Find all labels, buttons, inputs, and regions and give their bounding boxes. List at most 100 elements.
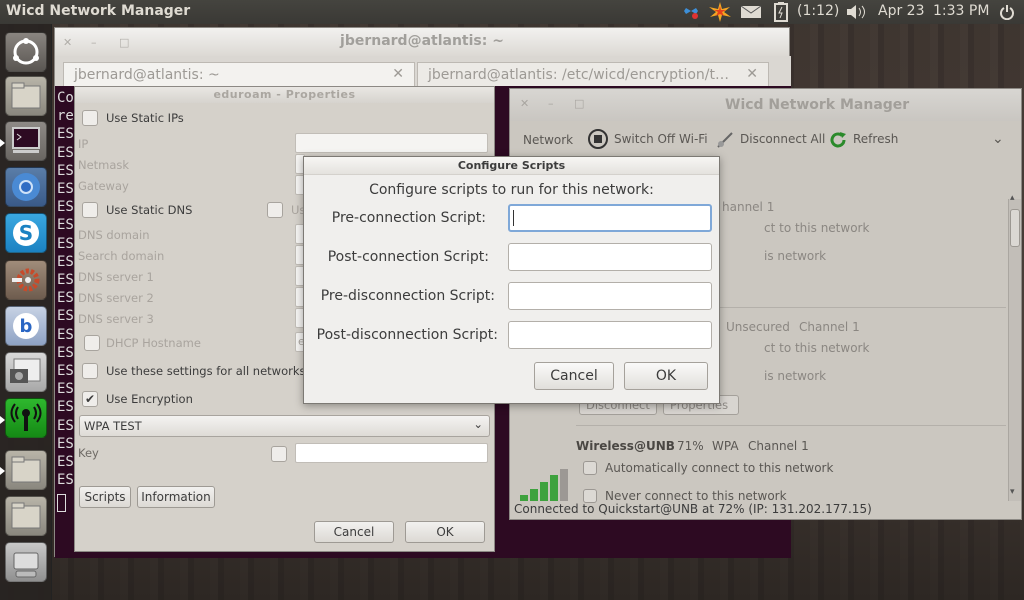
switch-off-wifi-icon[interactable] (588, 129, 608, 149)
close-icon[interactable]: ✕ (392, 66, 404, 82)
pre-disconnection-input[interactable] (508, 282, 712, 310)
wicd-titlebar[interactable]: ✕ – □ Wicd Network Manager (510, 89, 1021, 121)
mail-icon[interactable] (740, 4, 762, 20)
key-field[interactable] (295, 443, 488, 463)
network-3-never-connect-checkbox[interactable] (583, 489, 597, 503)
folder-icon[interactable] (5, 76, 47, 116)
wicd-scrollbar[interactable]: ▴ ▾ (1008, 193, 1021, 501)
folder-icon[interactable] (5, 450, 47, 490)
alert-icon[interactable] (709, 2, 731, 22)
terminal-line: ES (57, 344, 74, 361)
show-key-checkbox[interactable] (271, 446, 287, 462)
netmask-label: Netmask (78, 158, 130, 172)
terminal-line: ES (57, 454, 74, 470)
use-encryption-checkbox[interactable]: ✔ (82, 391, 98, 407)
minimize-icon[interactable]: – (548, 97, 554, 110)
ip-field[interactable] (295, 133, 488, 153)
maximize-icon[interactable]: □ (574, 97, 584, 110)
network-menu[interactable]: Network (523, 133, 573, 147)
use-static-ips-checkbox[interactable] (82, 110, 98, 126)
post-disconnection-input[interactable] (508, 321, 712, 349)
use-static-dns-checkbox[interactable] (82, 202, 98, 218)
properties-cancel-button[interactable]: Cancel (314, 521, 394, 543)
pre-disconnection-label: Pre-disconnection Script: (320, 288, 495, 304)
network-3-channel: Channel 1 (748, 439, 809, 453)
chevron-down-icon[interactable]: ⌄ (992, 131, 1004, 147)
disconnect-all-button[interactable]: Disconnect All (740, 132, 825, 146)
encryption-type-select[interactable]: WPA TEST ⌄ (79, 415, 490, 437)
terminal-line: ES (57, 162, 74, 179)
network-3-never-connect-label: Never connect to this network (605, 489, 787, 503)
dns-server-2-label: DNS server 2 (78, 291, 154, 305)
use-for-all-networks-checkbox[interactable] (82, 363, 98, 379)
terminal-line: ES (57, 290, 74, 307)
pre-connection-label: Pre-connection Script: (331, 210, 486, 226)
configure-ok-button[interactable]: OK (624, 362, 708, 390)
information-button[interactable]: Information (137, 486, 215, 508)
key-label: Key (78, 446, 99, 460)
unity-launcher: S b (0, 24, 52, 600)
post-connection-label: Post-connection Script: (327, 249, 489, 265)
terminal-line: ES (57, 217, 74, 234)
configure-cancel-button[interactable]: Cancel (534, 362, 614, 390)
network-2-never-connect-label: is network (764, 369, 827, 383)
wicd-title: Wicd Network Manager (725, 97, 910, 113)
configure-scripts-dialog: Configure Scripts Configure scripts to r… (303, 156, 720, 404)
terminal-icon[interactable] (5, 121, 47, 161)
skype-icon[interactable]: S (5, 213, 47, 253)
folder-icon[interactable] (5, 496, 47, 536)
switch-off-wifi-button[interactable]: Switch Off Wi-Fi (614, 132, 708, 146)
configure-scripts-heading: Configure scripts to run for this networ… (369, 182, 654, 198)
scroll-up-icon[interactable]: ▴ (1010, 193, 1015, 203)
gateway-label: Gateway (78, 179, 129, 193)
terminal-line: ES (57, 126, 74, 143)
svg-text:b: b (20, 316, 33, 337)
svg-text:S: S (19, 221, 33, 245)
panel-date[interactable]: Apr 23 (878, 3, 924, 19)
network-3-signal: 71% (677, 439, 704, 453)
signal-strength-icon (520, 469, 568, 501)
close-icon[interactable]: ✕ (520, 97, 529, 110)
network-2-channel: Channel 1 (799, 320, 860, 334)
close-icon[interactable]: ✕ (746, 66, 758, 82)
drive-icon[interactable] (5, 542, 47, 582)
terminal-tab-1[interactable]: jbernard@atlantis: ~ ✕ (63, 62, 415, 86)
network-2-auto-connect-label: ct to this network (764, 341, 870, 355)
properties-ok-button[interactable]: OK (405, 521, 485, 543)
scrollbar-thumb[interactable] (1010, 209, 1020, 247)
terminal-line: Co (57, 90, 74, 106)
network-3-auto-connect-label: Automatically connect to this network (605, 461, 834, 475)
battery-icon[interactable] (774, 2, 788, 22)
use-global-dns-checkbox[interactable] (267, 202, 283, 218)
settings-icon[interactable] (5, 260, 47, 300)
wicd-icon[interactable] (5, 398, 47, 438)
chromium-icon[interactable] (5, 167, 47, 207)
terminal-titlebar[interactable]: ✕ – □ jbernard@atlantis: ~ (55, 28, 789, 56)
refresh-button[interactable]: Refresh (853, 132, 898, 146)
volume-icon[interactable] (846, 4, 868, 20)
terminal-tab-2[interactable]: jbernard@atlantis: /etc/wicd/encryption/… (417, 62, 769, 86)
ubuntu-logo-icon[interactable] (5, 32, 47, 72)
scripts-button[interactable]: Scripts (79, 486, 131, 508)
dropbox-icon[interactable] (683, 4, 699, 20)
refresh-icon[interactable] (828, 130, 848, 150)
disconnect-icon[interactable] (716, 131, 736, 149)
post-connection-input[interactable] (508, 243, 712, 271)
use-for-all-networks-label: Use these settings for all networks (106, 364, 306, 378)
dhcp-hostname-checkbox[interactable] (84, 335, 100, 351)
power-icon[interactable] (999, 4, 1015, 20)
use-static-dns-label: Use Static DNS (106, 203, 193, 217)
pre-connection-input[interactable] (508, 204, 712, 232)
screenshot-icon[interactable] (5, 352, 47, 392)
terminal-cursor (57, 494, 66, 512)
scroll-down-icon[interactable]: ▾ (1010, 487, 1015, 497)
network-1-channel: hannel 1 (722, 200, 775, 214)
network-2-security: Unsecured (726, 320, 790, 334)
text-cursor (513, 210, 514, 226)
network-3-auto-connect-checkbox[interactable] (583, 461, 597, 475)
properties-title[interactable]: eduroam - Properties (75, 87, 494, 103)
bluetooth-icon[interactable]: b (5, 306, 47, 346)
configure-scripts-title[interactable]: Configure Scripts (304, 157, 719, 175)
panel-clock[interactable]: 1:33 PM (933, 3, 989, 19)
network-3-name: Wireless@UNB (576, 439, 675, 453)
